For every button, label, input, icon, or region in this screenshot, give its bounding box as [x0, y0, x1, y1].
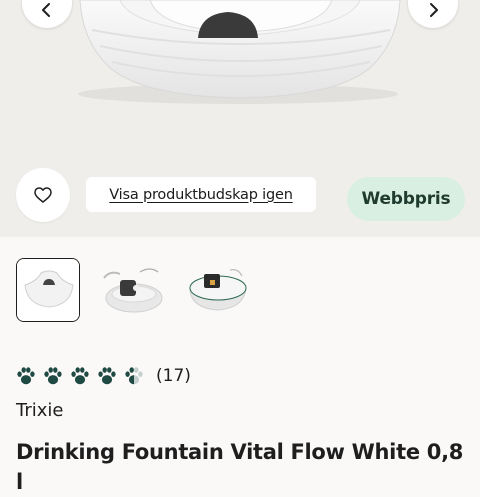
chevron-right-icon [430, 3, 438, 17]
product-image-viewer[interactable]: Visa produktbudskap igen Webbpris [0, 0, 480, 237]
paw-icon [44, 367, 62, 385]
favorite-button[interactable] [16, 168, 70, 222]
heart-icon [34, 187, 52, 203]
show-product-message-button[interactable]: Visa produktbudskap igen [86, 177, 316, 212]
paw-half-icon [125, 367, 143, 385]
product-brand[interactable]: Trixie [16, 400, 63, 421]
thumbnail-2[interactable] [100, 258, 164, 322]
show-product-message-label: Visa produktbudskap igen [109, 186, 293, 203]
paw-icon [17, 367, 35, 385]
paw-icon [71, 367, 89, 385]
product-title: Drinking Fountain Vital Flow White 0,8 l [16, 440, 464, 494]
thumbnail-1[interactable] [16, 258, 80, 322]
web-price-badge: Webbpris [347, 177, 465, 221]
thumbnail-image [189, 269, 247, 311]
product-rating[interactable]: (17) [15, 364, 191, 388]
rating-count[interactable]: (17) [156, 366, 191, 386]
thumbnail-3[interactable] [184, 258, 248, 322]
thumbnail-image [17, 259, 79, 321]
thumbnail-image [103, 268, 163, 313]
web-price-label: Webbpris [361, 189, 451, 209]
paw-icon [98, 367, 116, 385]
chevron-left-icon [42, 3, 50, 17]
